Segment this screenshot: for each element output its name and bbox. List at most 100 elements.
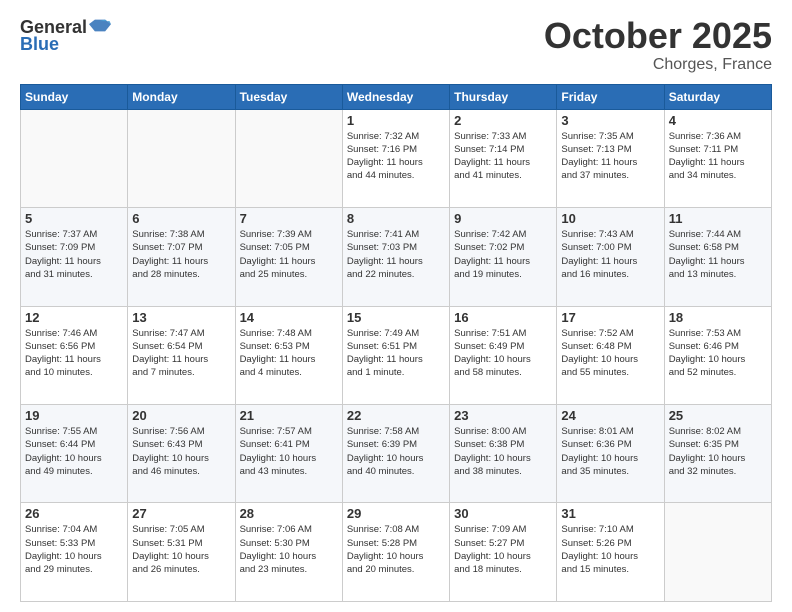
calendar-cell: 25Sunrise: 8:02 AM Sunset: 6:35 PM Dayli… bbox=[664, 405, 771, 503]
weekday-header-saturday: Saturday bbox=[664, 84, 771, 109]
day-number: 2 bbox=[454, 113, 552, 128]
weekday-header-monday: Monday bbox=[128, 84, 235, 109]
calendar-cell: 12 Sunrise: 7:46 AM Sunset: 6:56 PM Dayli… bbox=[21, 306, 128, 404]
day-number: 26 bbox=[25, 506, 123, 521]
weekday-header-row: SundayMondayTuesdayWednesdayThursdayFrid… bbox=[21, 84, 772, 109]
calendar-cell: 19 Sunrise: 7:55 AM Sunset: 6:44 PM Dayli… bbox=[21, 405, 128, 503]
day-info: Sunrise: 7:43 AM Sunset: 7:00 PM Dayligh… bbox=[561, 228, 659, 281]
day-info: Sunrise: 7:39 AM Sunset: 7:05 PM Dayligh… bbox=[240, 228, 338, 281]
day-number: 25 bbox=[669, 408, 767, 423]
day-info: Sunrise: 7:10 AM Sunset: 5:26 PM Dayligh… bbox=[561, 523, 659, 576]
calendar-cell: 31Sunrise: 7:10 AM Sunset: 5:26 PM Dayli… bbox=[557, 503, 664, 602]
day-number: 12 bbox=[25, 310, 123, 325]
logo: General Blue bbox=[20, 16, 111, 55]
calendar-cell: 27 Sunrise: 7:05 AM Sunset: 5:31 PM Dayli… bbox=[128, 503, 235, 602]
calendar-cell: 4 Sunrise: 7:36 AM Sunset: 7:11 PM Daylig… bbox=[664, 109, 771, 207]
calendar-week-row: 1 Sunrise: 7:32 AM Sunset: 7:16 PM Daylig… bbox=[21, 109, 772, 207]
day-number: 3 bbox=[561, 113, 659, 128]
day-info: Sunrise: 7:38 AM Sunset: 7:07 PM Dayligh… bbox=[132, 228, 230, 281]
day-info: Sunrise: 8:00 AM Sunset: 6:38 PM Dayligh… bbox=[454, 425, 552, 478]
calendar-cell: 20 Sunrise: 7:56 AM Sunset: 6:43 PM Dayli… bbox=[128, 405, 235, 503]
day-number: 27 bbox=[132, 506, 230, 521]
day-number: 22 bbox=[347, 408, 445, 423]
day-info: Sunrise: 7:58 AM Sunset: 6:39 PM Dayligh… bbox=[347, 425, 445, 478]
calendar-cell: 22 Sunrise: 7:58 AM Sunset: 6:39 PM Dayli… bbox=[342, 405, 449, 503]
day-number: 11 bbox=[669, 211, 767, 226]
day-number: 16 bbox=[454, 310, 552, 325]
day-info: Sunrise: 7:56 AM Sunset: 6:43 PM Dayligh… bbox=[132, 425, 230, 478]
weekday-header-friday: Friday bbox=[557, 84, 664, 109]
calendar-cell: 26 Sunrise: 7:04 AM Sunset: 5:33 PM Dayli… bbox=[21, 503, 128, 602]
day-number: 15 bbox=[347, 310, 445, 325]
calendar-cell: 7 Sunrise: 7:39 AM Sunset: 7:05 PM Daylig… bbox=[235, 208, 342, 306]
calendar-cell: 14 Sunrise: 7:48 AM Sunset: 6:53 PM Dayli… bbox=[235, 306, 342, 404]
calendar-table: SundayMondayTuesdayWednesdayThursdayFrid… bbox=[20, 84, 772, 602]
weekday-header-tuesday: Tuesday bbox=[235, 84, 342, 109]
day-info: Sunrise: 7:06 AM Sunset: 5:30 PM Dayligh… bbox=[240, 523, 338, 576]
day-info: Sunrise: 7:09 AM Sunset: 5:27 PM Dayligh… bbox=[454, 523, 552, 576]
calendar-cell: 1 Sunrise: 7:32 AM Sunset: 7:16 PM Daylig… bbox=[342, 109, 449, 207]
day-number: 18 bbox=[669, 310, 767, 325]
day-number: 9 bbox=[454, 211, 552, 226]
day-info: Sunrise: 7:49 AM Sunset: 6:51 PM Dayligh… bbox=[347, 327, 445, 380]
day-number: 7 bbox=[240, 211, 338, 226]
day-number: 13 bbox=[132, 310, 230, 325]
calendar-cell: 3 Sunrise: 7:35 AM Sunset: 7:13 PM Daylig… bbox=[557, 109, 664, 207]
day-number: 10 bbox=[561, 211, 659, 226]
calendar-cell: 29 Sunrise: 7:08 AM Sunset: 5:28 PM Dayli… bbox=[342, 503, 449, 602]
day-number: 20 bbox=[132, 408, 230, 423]
weekday-header-sunday: Sunday bbox=[21, 84, 128, 109]
day-number: 23 bbox=[454, 408, 552, 423]
calendar-week-row: 5Sunrise: 7:37 AM Sunset: 7:09 PM Daylig… bbox=[21, 208, 772, 306]
day-number: 30 bbox=[454, 506, 552, 521]
calendar-cell: 8Sunrise: 7:41 AM Sunset: 7:03 PM Daylig… bbox=[342, 208, 449, 306]
calendar-cell bbox=[235, 109, 342, 207]
day-info: Sunrise: 7:57 AM Sunset: 6:41 PM Dayligh… bbox=[240, 425, 338, 478]
day-info: Sunrise: 7:46 AM Sunset: 6:56 PM Dayligh… bbox=[25, 327, 123, 380]
calendar-cell bbox=[128, 109, 235, 207]
day-info: Sunrise: 7:47 AM Sunset: 6:54 PM Dayligh… bbox=[132, 327, 230, 380]
day-number: 8 bbox=[347, 211, 445, 226]
calendar-cell: 30 Sunrise: 7:09 AM Sunset: 5:27 PM Dayli… bbox=[450, 503, 557, 602]
logo-icon bbox=[89, 16, 111, 38]
day-number: 19 bbox=[25, 408, 123, 423]
day-info: Sunrise: 7:48 AM Sunset: 6:53 PM Dayligh… bbox=[240, 327, 338, 380]
calendar-cell: 23 Sunrise: 8:00 AM Sunset: 6:38 PM Dayli… bbox=[450, 405, 557, 503]
page: General Blue October 2025 Chorges, Franc… bbox=[0, 0, 792, 612]
day-info: Sunrise: 7:05 AM Sunset: 5:31 PM Dayligh… bbox=[132, 523, 230, 576]
calendar-cell: 13 Sunrise: 7:47 AM Sunset: 6:54 PM Dayli… bbox=[128, 306, 235, 404]
weekday-header-wednesday: Wednesday bbox=[342, 84, 449, 109]
day-info: Sunrise: 7:08 AM Sunset: 5:28 PM Dayligh… bbox=[347, 523, 445, 576]
day-number: 29 bbox=[347, 506, 445, 521]
logo-blue-text: Blue bbox=[20, 34, 59, 55]
calendar-cell: 28Sunrise: 7:06 AM Sunset: 5:30 PM Dayli… bbox=[235, 503, 342, 602]
day-info: Sunrise: 7:51 AM Sunset: 6:49 PM Dayligh… bbox=[454, 327, 552, 380]
day-number: 21 bbox=[240, 408, 338, 423]
day-info: Sunrise: 7:32 AM Sunset: 7:16 PM Dayligh… bbox=[347, 130, 445, 183]
day-number: 6 bbox=[132, 211, 230, 226]
day-info: Sunrise: 7:35 AM Sunset: 7:13 PM Dayligh… bbox=[561, 130, 659, 183]
calendar-cell: 10 Sunrise: 7:43 AM Sunset: 7:00 PM Dayli… bbox=[557, 208, 664, 306]
calendar-cell: 17Sunrise: 7:52 AM Sunset: 6:48 PM Dayli… bbox=[557, 306, 664, 404]
calendar-cell: 24 Sunrise: 8:01 AM Sunset: 6:36 PM Dayli… bbox=[557, 405, 664, 503]
day-number: 1 bbox=[347, 113, 445, 128]
day-info: Sunrise: 8:01 AM Sunset: 6:36 PM Dayligh… bbox=[561, 425, 659, 478]
day-info: Sunrise: 7:53 AM Sunset: 6:46 PM Dayligh… bbox=[669, 327, 767, 380]
day-number: 24 bbox=[561, 408, 659, 423]
day-number: 5 bbox=[25, 211, 123, 226]
calendar-cell: 5Sunrise: 7:37 AM Sunset: 7:09 PM Daylig… bbox=[21, 208, 128, 306]
calendar-week-row: 12 Sunrise: 7:46 AM Sunset: 6:56 PM Dayli… bbox=[21, 306, 772, 404]
location-title: Chorges, France bbox=[544, 56, 772, 74]
calendar-cell: 2Sunrise: 7:33 AM Sunset: 7:14 PM Daylig… bbox=[450, 109, 557, 207]
day-info: Sunrise: 7:36 AM Sunset: 7:11 PM Dayligh… bbox=[669, 130, 767, 183]
header: General Blue October 2025 Chorges, Franc… bbox=[20, 16, 772, 74]
calendar-week-row: 26 Sunrise: 7:04 AM Sunset: 5:33 PM Dayli… bbox=[21, 503, 772, 602]
weekday-header-thursday: Thursday bbox=[450, 84, 557, 109]
day-number: 14 bbox=[240, 310, 338, 325]
day-info: Sunrise: 7:52 AM Sunset: 6:48 PM Dayligh… bbox=[561, 327, 659, 380]
calendar-cell: 16 Sunrise: 7:51 AM Sunset: 6:49 PM Dayli… bbox=[450, 306, 557, 404]
calendar-week-row: 19 Sunrise: 7:55 AM Sunset: 6:44 PM Dayli… bbox=[21, 405, 772, 503]
day-info: Sunrise: 7:55 AM Sunset: 6:44 PM Dayligh… bbox=[25, 425, 123, 478]
day-info: Sunrise: 7:04 AM Sunset: 5:33 PM Dayligh… bbox=[25, 523, 123, 576]
day-number: 4 bbox=[669, 113, 767, 128]
